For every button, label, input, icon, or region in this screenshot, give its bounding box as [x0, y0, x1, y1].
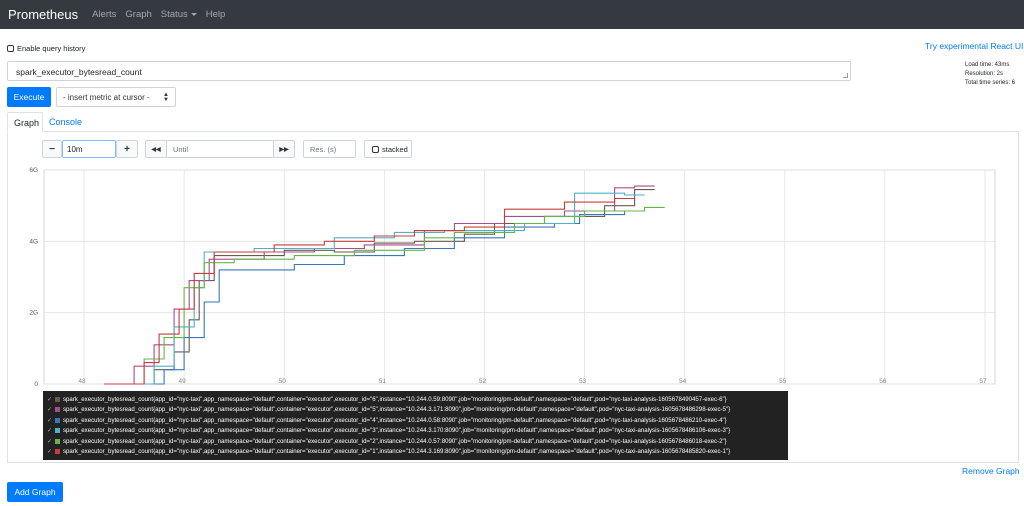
react-ui-link[interactable]: Try experimental React UI — [925, 41, 1023, 51]
total-series: Total time series: 6 — [965, 80, 1016, 86]
nav-status-label: Status — [160, 9, 188, 20]
until-placeholder: Until — [173, 144, 189, 154]
x-tick-label: 57 — [979, 378, 987, 385]
resolution-placeholder: Res. (s) — [310, 144, 337, 154]
x-tick-label: 54 — [679, 378, 687, 385]
chevron-down-icon — [190, 12, 197, 16]
navbar: Prometheus Alerts Graph Status Help — [0, 0, 1024, 29]
legend-item[interactable]: ✓ spark_executor_bytesread_count{app_id="… — [47, 426, 784, 437]
legend-item[interactable]: ✓ spark_executor_bytesread_count{app_id="… — [47, 405, 784, 416]
legend-item[interactable]: ✓ spark_executor_bytesread_count{app_id="… — [47, 447, 784, 458]
y-tick-label: 6G — [29, 167, 38, 174]
legend-swatch — [55, 407, 60, 413]
stacked-checkbox[interactable] — [372, 145, 379, 153]
tab-console[interactable]: Console — [49, 117, 82, 127]
legend-item[interactable]: ✓ spark_executor_bytesread_count{app_id="… — [47, 394, 784, 405]
range-input[interactable]: 10m — [62, 140, 116, 158]
execute-button[interactable]: Execute — [7, 87, 51, 107]
check-icon: ✓ — [47, 416, 53, 424]
expression-input[interactable]: spark_executor_bytesread_count — [7, 61, 851, 81]
nav-graph[interactable]: Graph — [125, 9, 151, 20]
remove-graph-link[interactable]: Remove Graph — [962, 466, 1020, 476]
graph-chart: 6G 4G 2G 0 48 49 50 51 52 53 54 55 56 57 — [29, 167, 996, 388]
legend-swatch — [55, 438, 60, 444]
legend: ✓ spark_executor_bytesread_count{app_id="… — [43, 391, 788, 460]
series-line — [104, 189, 655, 385]
y-tick-label: 0 — [34, 381, 38, 388]
x-tick-label: 53 — [579, 378, 587, 385]
legend-label: spark_executor_bytesread_count{app_id="n… — [63, 427, 731, 435]
check-icon: ✓ — [47, 448, 53, 456]
x-tick-label: 50 — [279, 378, 287, 385]
x-tick-label: 56 — [879, 378, 887, 385]
x-tick-label: 55 — [779, 378, 787, 385]
legend-label: spark_executor_bytesread_count{app_id="n… — [63, 448, 731, 456]
x-tick-label: 49 — [179, 378, 187, 385]
select-arrows-icon: ▲ ▼ — [163, 92, 169, 103]
y-tick-label: 4G — [29, 238, 38, 245]
y-axis-labels: 6G 4G 2G 0 — [29, 167, 38, 388]
legend-swatch — [55, 428, 60, 434]
add-graph-button[interactable]: Add Graph — [7, 482, 63, 502]
x-tick-label: 51 — [379, 378, 387, 385]
brand-link[interactable]: Prometheus — [8, 7, 78, 22]
legend-item[interactable]: ✓ spark_executor_bytesread_count{app_id="… — [47, 415, 784, 426]
query-stats: Load time: 43ms Resolution: 2s Total tim… — [965, 61, 1015, 88]
x-tick-label: 52 — [479, 378, 487, 385]
query-history-checkbox[interactable] — [7, 45, 14, 52]
nav-help[interactable]: Help — [206, 9, 226, 20]
resolution: Resolution: 2s — [965, 71, 1004, 77]
legend-label: spark_executor_bytesread_count{app_id="n… — [63, 437, 727, 445]
legend-item[interactable]: ✓ spark_executor_bytesread_count{app_id="… — [47, 436, 784, 447]
until-input[interactable]: Until — [166, 140, 274, 158]
check-icon: ✓ — [47, 406, 53, 414]
series-line — [104, 185, 655, 385]
x-tick-label: 48 — [78, 378, 86, 385]
metric-select-value: - insert metric at cursor - — [63, 93, 150, 102]
tab-graph[interactable]: Graph — [7, 112, 43, 132]
range-increase-button[interactable]: + — [116, 140, 138, 158]
stacked-label: stacked — [382, 144, 408, 154]
legend-label: spark_executor_bytesread_count{app_id="n… — [63, 406, 731, 414]
nav-alerts[interactable]: Alerts — [92, 9, 116, 20]
legend-label: spark_executor_bytesread_count{app_id="n… — [63, 416, 727, 424]
y-tick-label: 2G — [29, 310, 38, 317]
check-icon: ✓ — [47, 427, 53, 435]
stacked-toggle[interactable]: stacked — [364, 140, 412, 158]
legend-label: spark_executor_bytesread_count{app_id="n… — [63, 395, 727, 403]
legend-swatch — [55, 449, 60, 455]
nav-status[interactable]: Status — [161, 9, 197, 20]
time-back-button[interactable]: ◀◀ — [145, 140, 167, 158]
check-icon: ✓ — [47, 437, 53, 445]
legend-swatch — [55, 417, 60, 423]
resolution-input[interactable]: Res. (s) — [303, 140, 356, 158]
expression-text: spark_executor_bytesread_count — [16, 67, 142, 77]
load-time: Load time: 43ms — [965, 62, 1010, 68]
check-icon: ✓ — [47, 395, 53, 403]
resize-grip-icon[interactable] — [843, 73, 848, 78]
time-forward-button[interactable]: ▶▶ — [273, 140, 295, 158]
query-history-label: Enable query history — [17, 44, 86, 53]
legend-swatch — [55, 396, 60, 402]
range-decrease-button[interactable]: − — [42, 140, 62, 158]
metric-select[interactable]: - insert metric at cursor - ▲ ▼ — [56, 87, 176, 107]
